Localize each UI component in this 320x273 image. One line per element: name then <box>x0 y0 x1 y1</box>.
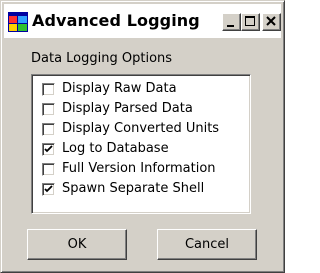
checkbox-spawn-separate-shell[interactable] <box>42 183 55 196</box>
maximize-button[interactable] <box>241 13 260 31</box>
option-label: Display Converted Units <box>62 121 220 136</box>
minimize-button[interactable] <box>222 13 241 31</box>
cancel-button[interactable]: Cancel <box>157 229 257 260</box>
checkmark-icon <box>44 145 53 153</box>
option-display-converted-units[interactable]: Display Converted Units <box>42 120 247 140</box>
window-title: Advanced Logging <box>32 11 200 30</box>
option-log-to-database[interactable]: Log to Database <box>42 140 247 160</box>
option-label: Log to Database <box>62 141 169 156</box>
ok-button[interactable]: OK <box>27 229 127 260</box>
option-full-version-information[interactable]: Full Version Information <box>42 160 247 180</box>
close-button[interactable] <box>262 13 281 31</box>
option-label: Full Version Information <box>62 161 216 176</box>
data-logging-options-label: Data Logging Options <box>31 51 173 66</box>
close-icon <box>266 16 276 26</box>
checkbox-full-version-information[interactable] <box>42 163 55 176</box>
maximize-icon <box>245 16 255 26</box>
advanced-logging-dialog: Advanced Logging Data Logging Options Di… <box>0 0 285 273</box>
minimize-icon <box>227 25 234 27</box>
checkbox-display-raw-data[interactable] <box>42 83 55 96</box>
option-spawn-separate-shell[interactable]: Spawn Separate Shell <box>42 180 247 200</box>
logging-options-list[interactable]: Display Raw Data Display Parsed Data Dis… <box>31 74 251 214</box>
option-display-parsed-data[interactable]: Display Parsed Data <box>42 100 247 120</box>
option-label: Display Raw Data <box>62 81 177 96</box>
option-label: Spawn Separate Shell <box>62 181 205 196</box>
checkmark-icon <box>44 185 53 193</box>
checkbox-display-parsed-data[interactable] <box>42 103 55 116</box>
title-bar[interactable]: Advanced Logging <box>4 4 281 38</box>
option-display-raw-data[interactable]: Display Raw Data <box>42 80 247 100</box>
app-window-icon <box>8 12 28 32</box>
checkbox-display-converted-units[interactable] <box>42 123 55 136</box>
checkbox-log-to-database[interactable] <box>42 143 55 156</box>
option-label: Display Parsed Data <box>62 101 193 116</box>
